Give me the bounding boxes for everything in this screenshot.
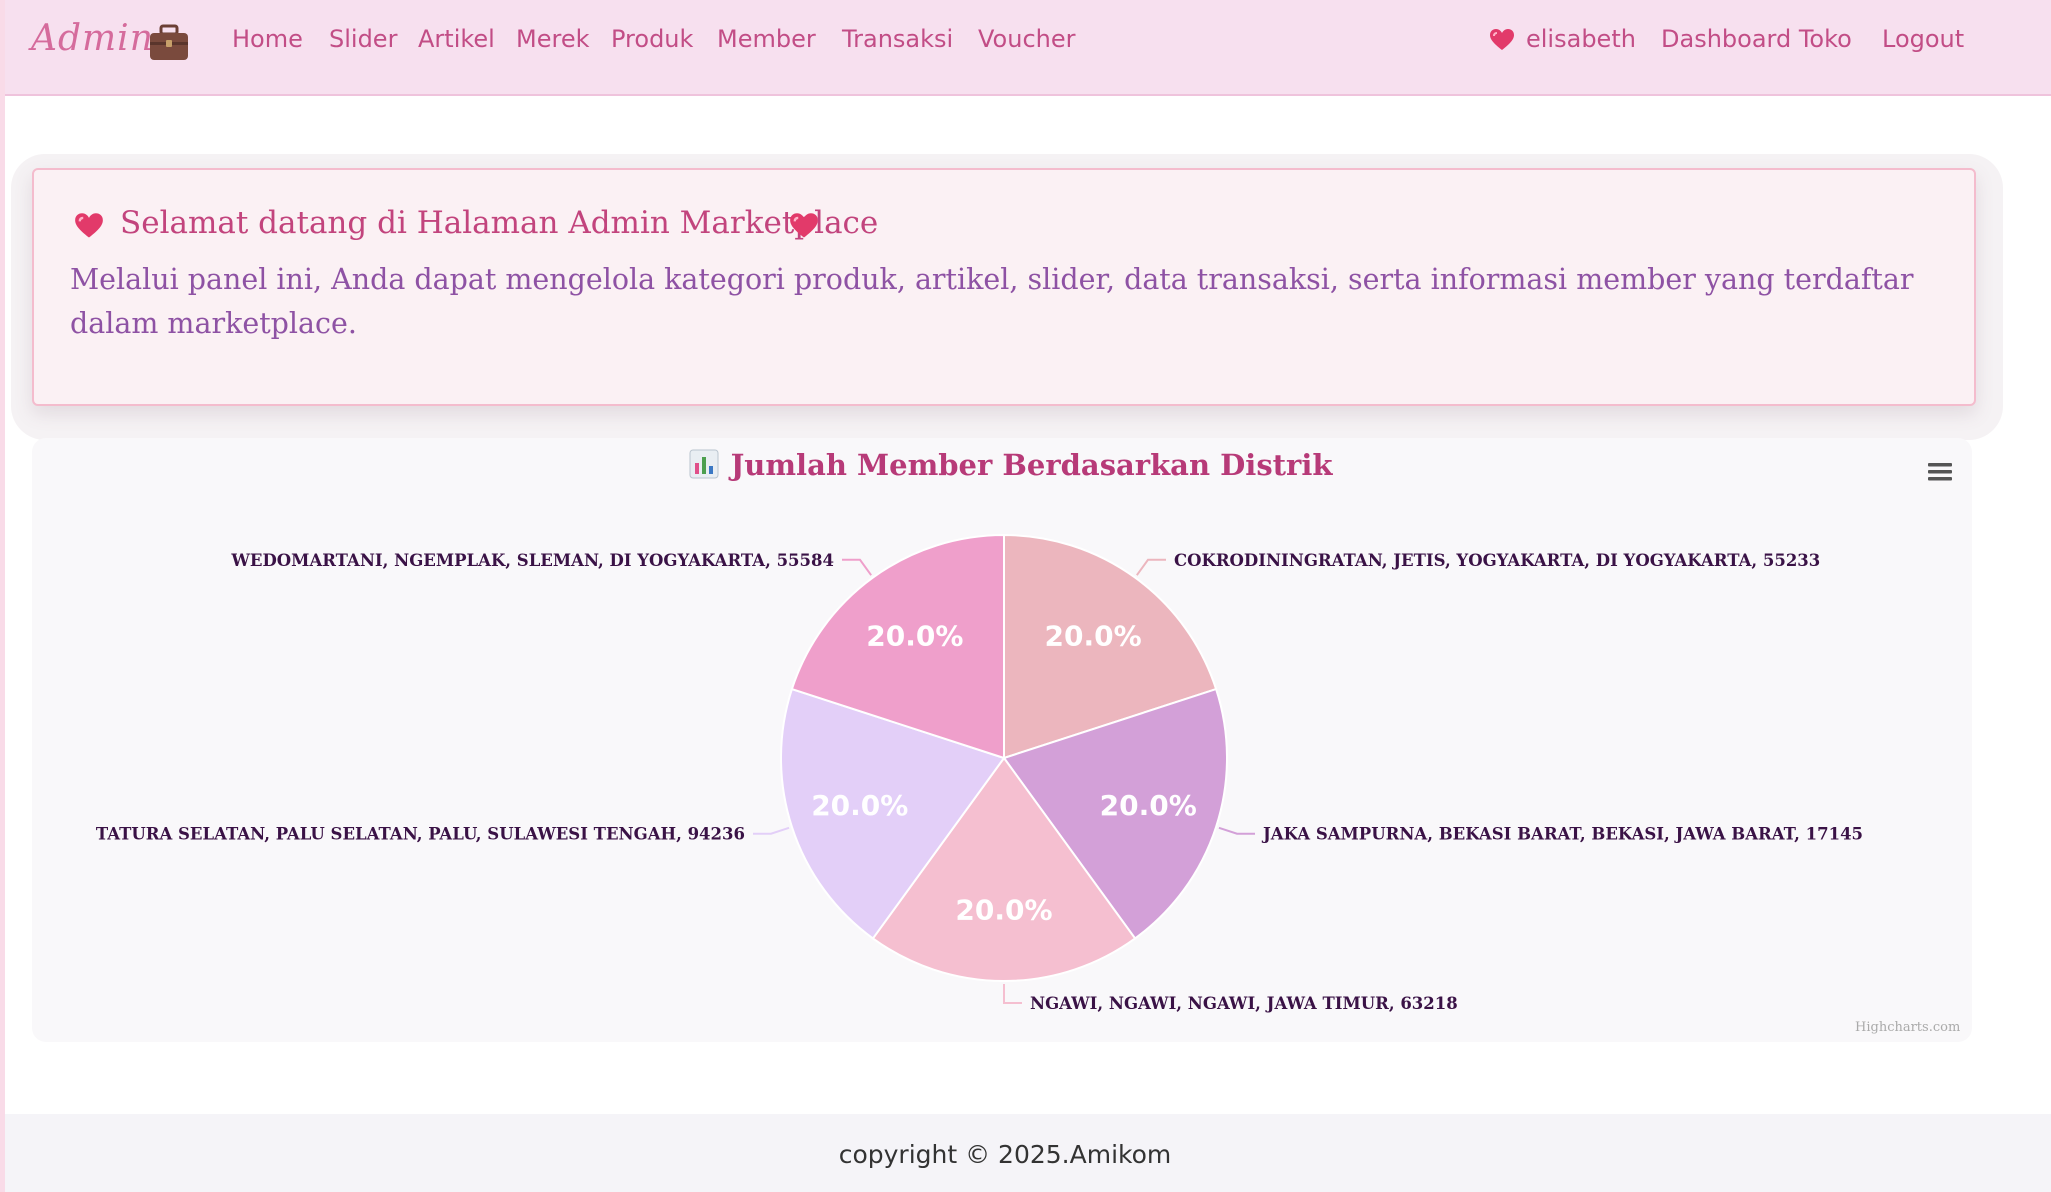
slice-name-label: COKRODININGRATAN, JETIS, YOGYAKARTA, DI … bbox=[1174, 551, 1820, 570]
slice-percent-label: 20.0% bbox=[866, 619, 963, 652]
slice-name-label: WEDOMARTANI, NGEMPLAK, SLEMAN, DI YOGYAK… bbox=[230, 551, 834, 570]
chart-credits[interactable]: Highcharts.com bbox=[1855, 1020, 1960, 1035]
slice-connector bbox=[1003, 984, 1022, 1004]
slice-connector bbox=[1218, 826, 1256, 835]
slice-name-label: JAKA SAMPURNA, BEKASI BARAT, BEKASI, JAW… bbox=[1261, 825, 1863, 844]
slice-connector bbox=[752, 826, 790, 835]
slice-percent-label: 20.0% bbox=[955, 894, 1052, 927]
slice-name-label: TATURA SELATAN, PALU SELATAN, PALU, SULA… bbox=[96, 825, 745, 844]
slice-percent-label: 20.0% bbox=[811, 789, 908, 822]
slice-percent-label: 20.0% bbox=[1100, 789, 1197, 822]
slice-percent-label: 20.0% bbox=[1045, 619, 1142, 652]
slice-connector bbox=[841, 558, 872, 576]
pie-chart: 20.0% COKRODININGRATAN, JETIS, YOGYAKARTA… bbox=[96, 533, 1863, 1013]
footer-copyright: copyright © 2025.Amikom bbox=[838, 1140, 1172, 1169]
slice-name-label: NGAWI, NGAWI, NGAWI, JAWA TIMUR, 63218 bbox=[1030, 994, 1458, 1013]
slice-connector bbox=[1136, 558, 1167, 576]
